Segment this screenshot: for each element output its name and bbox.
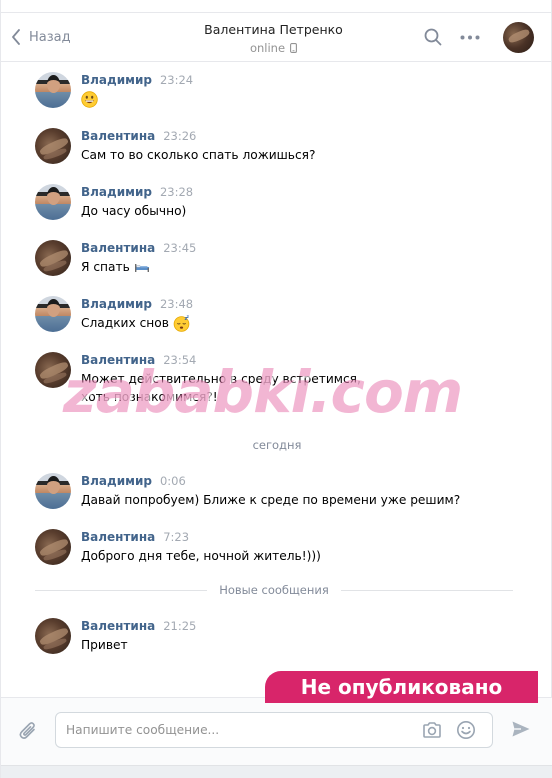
avatar[interactable] (35, 184, 71, 220)
message-text: Доброго дня тебе, ночной житель!))) (81, 549, 321, 563)
message-author[interactable]: Владимир (81, 474, 152, 488)
message-text (81, 90, 511, 108)
message-author[interactable]: Владимир (81, 185, 152, 199)
message-item: Валентина 21:25 Привет (35, 618, 515, 658)
sleeping-face-icon: zz (173, 315, 189, 332)
avatar[interactable] (35, 296, 71, 332)
message-item: Владимир 23:48 Сладких снов zz (35, 296, 515, 336)
message-input[interactable] (66, 721, 406, 739)
grinning-face-icon (81, 91, 98, 108)
message-author[interactable]: Владимир (81, 73, 152, 87)
message-time[interactable]: 7:23 (163, 530, 189, 544)
dialog-header: Назад Валентина Петренко online (1, 12, 552, 62)
message-author[interactable]: Валентина (81, 129, 155, 143)
message-meta: Валентина 23:54 (81, 352, 196, 368)
mobile-phone-icon (290, 43, 297, 53)
message-meta: Валентина 23:26 (81, 128, 196, 144)
avatar[interactable] (35, 473, 71, 509)
message-time[interactable]: 23:26 (163, 129, 196, 143)
message-item: Владимир 23:28 До часу обычно) (35, 184, 515, 224)
message-composer (1, 697, 552, 765)
camera-icon[interactable] (422, 721, 442, 739)
paperclip-icon[interactable] (17, 720, 39, 742)
chevron-left-icon (12, 29, 20, 45)
avatar[interactable] (35, 72, 71, 108)
online-status: online (249, 41, 286, 55)
message-author[interactable]: Владимир (81, 297, 152, 311)
message-text: Сладких снов zz (81, 314, 511, 332)
avatar[interactable] (35, 352, 71, 388)
back-label: Назад (29, 29, 71, 45)
avatar[interactable] (35, 618, 71, 654)
bottom-edge (1, 765, 552, 778)
message-author[interactable]: Валентина (81, 619, 155, 633)
message-meta: Владимир 23:28 (81, 184, 193, 200)
message-meta: Валентина 23:45 (81, 240, 196, 256)
message-time[interactable]: 23:28 (160, 185, 193, 199)
message-author[interactable]: Валентина (81, 530, 155, 544)
message-time[interactable]: 23:24 (160, 73, 193, 87)
message-author[interactable]: Валентина (81, 353, 155, 367)
more-options-icon[interactable] (460, 35, 480, 40)
message-input-box[interactable] (55, 712, 493, 748)
peer-status: online (171, 39, 376, 57)
message-time[interactable]: 0:06 (160, 474, 186, 488)
message-item: Владимир 0:06 Давай попробуем) Ближе к ср… (35, 473, 515, 513)
send-icon[interactable] (511, 720, 531, 738)
peer-avatar[interactable] (503, 22, 534, 53)
bed-icon (134, 263, 149, 272)
dialog-window: Назад Валентина Петренко online Владимир… (0, 0, 552, 778)
message-meta: Владимир 23:48 (81, 296, 193, 312)
divider-line (340, 589, 514, 591)
message-time[interactable]: 23:54 (163, 353, 196, 367)
message-item: Владимир 23:24 (35, 72, 515, 112)
message-author[interactable]: Валентина (81, 241, 155, 255)
svg-text:z: z (186, 315, 189, 319)
emoji-smile-icon[interactable] (456, 720, 476, 740)
message-text: До часу обычно) (81, 204, 187, 218)
peer-info[interactable]: Валентина Петренко online (171, 21, 376, 57)
message-meta: Владимир 23:24 (81, 72, 193, 88)
avatar[interactable] (35, 128, 71, 164)
message-item: Валентина 23:26 Сам то во сколько спать л… (35, 128, 515, 168)
message-text: Я спать (81, 258, 511, 276)
new-messages-label: Новые сообщения (219, 583, 329, 597)
message-meta: Валентина 7:23 (81, 529, 189, 545)
message-item: Валентина 23:45 Я спать (35, 240, 515, 280)
message-text-body: Сладких снов (81, 316, 169, 330)
message-item: Валентина 23:54 Может действительно в сре… (35, 352, 515, 404)
divider-line (35, 589, 208, 591)
message-time[interactable]: 23:45 (163, 241, 196, 255)
date-divider: сегодня (252, 438, 302, 452)
search-icon[interactable] (424, 28, 442, 46)
message-meta: Валентина 21:25 (81, 618, 196, 634)
avatar[interactable] (35, 529, 71, 565)
message-text-body: Я спать (81, 260, 130, 274)
peer-name[interactable]: Валентина Петренко (171, 21, 376, 39)
message-item: Валентина 7:23 Доброго дня тебе, ночной ж… (35, 529, 515, 569)
message-meta: Владимир 0:06 (81, 473, 186, 489)
new-messages-divider: Новые сообщения (35, 583, 514, 597)
message-text: Сам то во сколько спать ложишься? (81, 148, 316, 162)
not-published-stamp: Не опубликовано (265, 671, 538, 703)
message-text: Может действительно в среду встретимся, … (81, 372, 361, 404)
back-button[interactable]: Назад (11, 26, 71, 48)
message-text: Давай попробуем) Ближе к среде по времен… (81, 493, 461, 507)
message-text: Привет (81, 638, 128, 652)
message-time[interactable]: 23:48 (160, 297, 193, 311)
avatar[interactable] (35, 240, 71, 276)
message-time[interactable]: 21:25 (163, 619, 196, 633)
